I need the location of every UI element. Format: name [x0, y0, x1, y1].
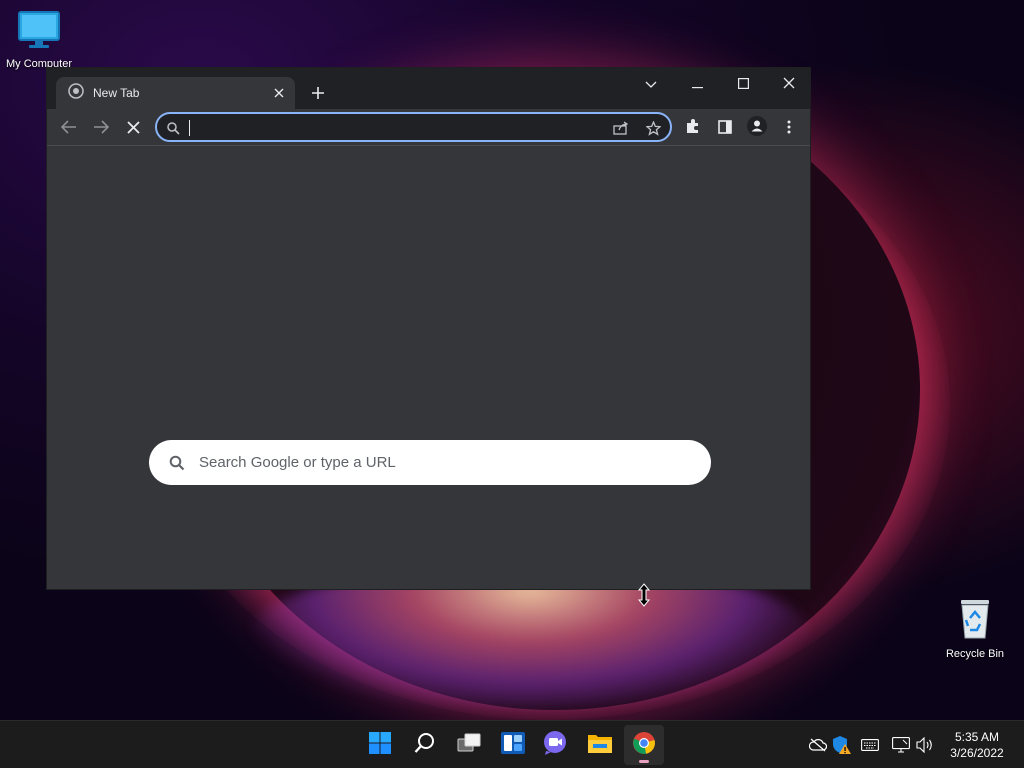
start-button[interactable]: [360, 725, 400, 765]
new-tab-button[interactable]: [307, 82, 329, 104]
tab-search-button[interactable]: [628, 68, 674, 98]
kebab-menu-icon: [787, 119, 791, 138]
profile-avatar-icon: [747, 116, 767, 140]
tab-new-tab[interactable]: New Tab: [56, 77, 295, 109]
task-view-icon: [457, 733, 481, 757]
widgets-icon: [501, 732, 525, 758]
file-explorer-button[interactable]: [580, 725, 620, 765]
side-panel-button[interactable]: [712, 115, 738, 141]
text-caret: [189, 120, 190, 136]
search-icon: [169, 455, 185, 471]
taskbar-search-button[interactable]: [405, 725, 445, 765]
chrome-taskbar-button[interactable]: [624, 725, 664, 765]
profile-button[interactable]: [744, 115, 770, 141]
address-input[interactable]: [187, 118, 597, 138]
share-icon[interactable]: [612, 119, 630, 137]
ntp-search-box[interactable]: Search Google or type a URL: [149, 440, 711, 485]
bookmark-star-icon[interactable]: [644, 119, 662, 137]
defender-warning-icon[interactable]: [832, 735, 852, 755]
volume-icon[interactable]: [915, 735, 935, 755]
resize-cursor-icon: [637, 583, 651, 607]
widgets-button[interactable]: [493, 725, 533, 765]
stop-button[interactable]: [120, 115, 146, 141]
browser-window: New Tab Search Google or type a URL: [46, 67, 811, 590]
maximize-button[interactable]: [720, 68, 766, 98]
close-tab-icon[interactable]: [271, 85, 287, 101]
browser-toolbar: [47, 109, 810, 146]
network-icon[interactable]: [891, 735, 911, 755]
keyboard-icon[interactable]: [860, 735, 880, 755]
desktop-icon-my-computer[interactable]: My Computer: [0, 10, 78, 70]
minimize-button[interactable]: [674, 68, 720, 98]
windows-logo-icon: [369, 732, 391, 758]
arrow-left-icon: [60, 119, 77, 138]
active-app-indicator: [639, 760, 649, 763]
clock-date: 3/26/2022: [950, 746, 1004, 760]
ntp-search-placeholder: Search Google or type a URL: [199, 454, 396, 471]
task-view-button[interactable]: [449, 725, 489, 765]
taskbar-clock[interactable]: 5:35 AM 3/26/2022: [940, 729, 1014, 761]
chat-camera-icon: [543, 731, 569, 759]
chrome-newtab-icon: [68, 83, 84, 103]
back-button[interactable]: [56, 115, 82, 141]
tab-title: New Tab: [93, 86, 140, 100]
desktop-icon-recycle-bin[interactable]: Recycle Bin: [940, 596, 1010, 660]
maximize-icon: [737, 74, 749, 93]
folder-icon: [587, 732, 613, 758]
recycle-bin-icon: [955, 596, 995, 644]
menu-button[interactable]: [776, 115, 802, 141]
forward-button[interactable]: [88, 115, 114, 141]
puzzle-icon: [685, 118, 701, 138]
browser-titlebar[interactable]: New Tab: [47, 68, 810, 109]
close-icon: [783, 74, 795, 93]
close-window-button[interactable]: [766, 68, 810, 98]
onedrive-offline-icon[interactable]: [808, 735, 828, 755]
extensions-button[interactable]: [680, 115, 706, 141]
teams-chat-button[interactable]: [536, 725, 576, 765]
clock-time: 5:35 AM: [954, 730, 1000, 744]
computer-icon: [17, 10, 61, 54]
taskbar: 5:35 AM 3/26/2022: [0, 720, 1024, 768]
side-panel-icon: [718, 119, 732, 138]
stop-loading-icon: [126, 119, 140, 138]
arrow-right-icon: [93, 119, 110, 138]
new-tab-page: Search Google or type a URL: [47, 147, 810, 589]
address-bar[interactable]: [155, 112, 672, 142]
desktop-icon-label: Recycle Bin: [945, 648, 1005, 660]
chrome-icon: [632, 731, 656, 759]
chevron-down-icon: [645, 74, 657, 93]
search-icon: [164, 119, 182, 137]
minimize-icon: [691, 74, 703, 93]
search-icon: [414, 732, 436, 758]
